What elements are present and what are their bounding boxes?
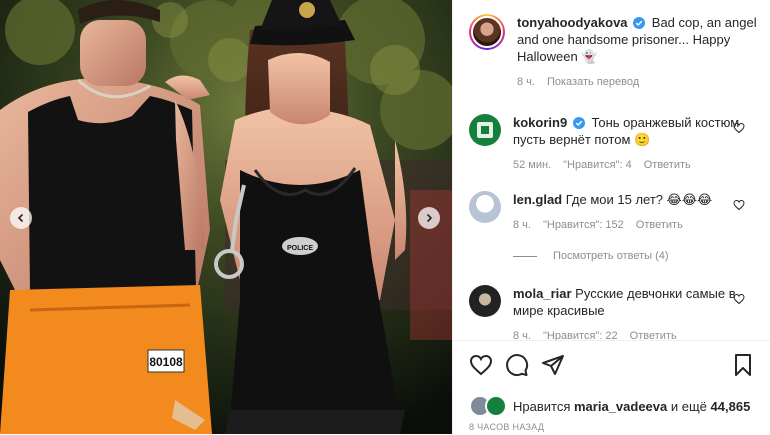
like-heart-icon[interactable] [469, 353, 493, 377]
heart-icon[interactable] [733, 293, 745, 305]
author-username[interactable]: tonyahoodyakova [517, 15, 628, 30]
liker-username[interactable]: maria_vadeeva [574, 399, 667, 414]
likes-prefix: Нравится [513, 398, 571, 414]
chevron-left-icon [17, 213, 24, 223]
comment-emoji: 🙂 [634, 132, 651, 147]
comment-avatar[interactable] [469, 114, 501, 146]
post-actions: Нравится maria_vadeeva и ещё 44,865 8 ЧА… [453, 340, 770, 435]
comment-age: 52 мин. [513, 159, 552, 171]
comment-likes[interactable]: "Нравится": 22 [543, 328, 618, 340]
reply-button[interactable]: Ответить [630, 328, 677, 340]
share-icon[interactable] [541, 353, 565, 377]
likes-suffix: и ещё [670, 398, 707, 414]
comment-age: 8 ч. [513, 219, 531, 231]
photo-scene: 80108 POLICE [0, 0, 452, 434]
comments-panel: tonyahoodyakova Bad cop, an angel and on… [452, 0, 770, 434]
comment-username[interactable]: kokorin9 [513, 115, 567, 130]
bookmark-icon[interactable] [731, 353, 755, 377]
verified-icon [572, 117, 585, 129]
comment-row: mola_riar Русские девчонки самые в мире … [469, 285, 761, 340]
comment-text: Где мои 15 лет? [565, 192, 664, 207]
likes-count[interactable]: 44,865 [711, 399, 751, 414]
view-replies-label[interactable]: Посмотреть ответы (4) [553, 250, 669, 262]
comment-row: len.glad Где мои 15 лет? 😂😂😂 8 ч. "Нрави… [469, 191, 761, 234]
heart-icon[interactable] [733, 199, 745, 211]
reply-button[interactable]: Ответить [636, 217, 683, 234]
comment-emoji: 😂😂😂 [666, 192, 713, 207]
comments-scroll[interactable]: tonyahoodyakova Bad cop, an angel and on… [453, 0, 770, 340]
reply-button[interactable]: Ответить [644, 157, 691, 174]
comment-avatar[interactable] [469, 285, 501, 317]
comment-icon[interactable] [505, 353, 529, 377]
caption-row: tonyahoodyakova Bad cop, an angel and on… [469, 14, 761, 91]
caption-emoji: 👻 [581, 49, 598, 64]
post-photo[interactable]: 80108 POLICE [0, 0, 452, 434]
comment-row: kokorin9 Тонь оранжевый костюм пусть вер… [469, 114, 761, 174]
post-modal: 80108 POLICE tonyahoodyakova Bad cop, an… [0, 0, 770, 434]
heart-icon[interactable] [733, 122, 745, 134]
liker-avatar [485, 395, 507, 417]
next-photo-button[interactable] [418, 207, 440, 229]
comment-username[interactable]: mola_riar [513, 286, 572, 301]
verified-icon [633, 17, 646, 29]
prisoner-number: 80108 [149, 355, 183, 369]
previous-photo-button[interactable] [10, 207, 32, 229]
view-replies-button[interactable]: Посмотреть ответы (4) [513, 250, 669, 262]
translate-button[interactable]: Показать перевод [547, 74, 639, 91]
police-badge-text: POLICE [287, 245, 313, 252]
author-avatar[interactable] [469, 14, 505, 50]
comment-age: 8 ч. [513, 330, 531, 340]
comment-likes[interactable]: "Нравится": 152 [543, 217, 624, 234]
caption-age: 8 ч. [517, 76, 535, 88]
comment-likes[interactable]: "Нравится": 4 [563, 157, 632, 174]
comment-username[interactable]: len.glad [513, 192, 562, 207]
post-timestamp: 8 ЧАСОВ НАЗАД [469, 422, 545, 432]
comment-avatar[interactable] [469, 191, 501, 223]
divider [513, 255, 537, 257]
chevron-right-icon [426, 213, 433, 223]
likes-summary: Нравится maria_vadeeva и ещё 44,865 [469, 395, 750, 417]
